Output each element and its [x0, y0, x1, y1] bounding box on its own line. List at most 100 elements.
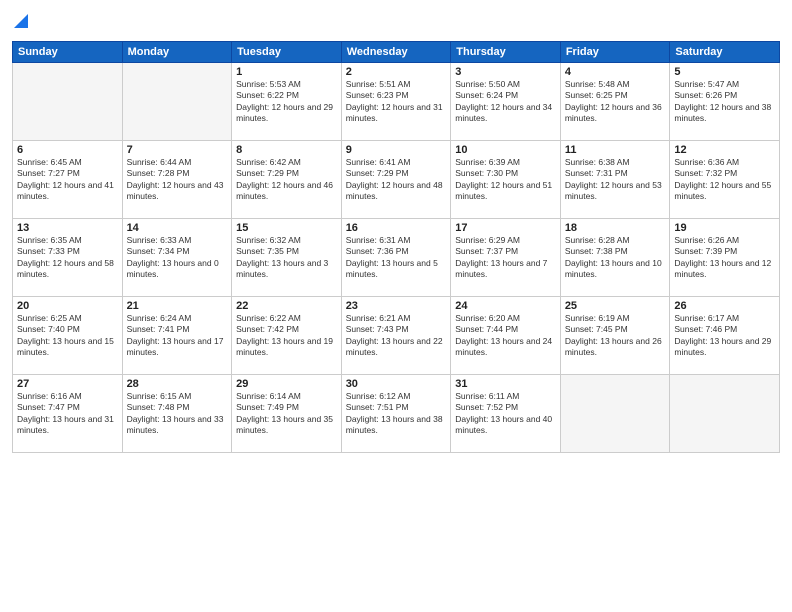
cell-info: Sunrise: 5:50 AMSunset: 6:24 PMDaylight:… — [455, 79, 556, 125]
day-number: 12 — [674, 144, 775, 156]
cell-info: Sunrise: 6:12 AMSunset: 7:51 PMDaylight:… — [346, 391, 447, 437]
day-number: 11 — [565, 144, 666, 156]
calendar-cell: 20Sunrise: 6:25 AMSunset: 7:40 PMDayligh… — [13, 296, 123, 374]
calendar-cell: 19Sunrise: 6:26 AMSunset: 7:39 PMDayligh… — [670, 218, 780, 296]
header — [12, 10, 780, 33]
calendar-cell — [13, 62, 123, 140]
col-header-tuesday: Tuesday — [232, 41, 342, 62]
week-row-2: 6Sunrise: 6:45 AMSunset: 7:27 PMDaylight… — [13, 140, 780, 218]
calendar-cell: 11Sunrise: 6:38 AMSunset: 7:31 PMDayligh… — [560, 140, 670, 218]
calendar-cell: 17Sunrise: 6:29 AMSunset: 7:37 PMDayligh… — [451, 218, 561, 296]
day-number: 1 — [236, 66, 337, 78]
calendar-cell: 23Sunrise: 6:21 AMSunset: 7:43 PMDayligh… — [341, 296, 451, 374]
calendar-cell: 21Sunrise: 6:24 AMSunset: 7:41 PMDayligh… — [122, 296, 232, 374]
calendar-cell: 24Sunrise: 6:20 AMSunset: 7:44 PMDayligh… — [451, 296, 561, 374]
day-number: 6 — [17, 144, 118, 156]
logo — [12, 10, 28, 33]
day-number: 28 — [127, 378, 228, 390]
day-number: 21 — [127, 300, 228, 312]
day-number: 27 — [17, 378, 118, 390]
calendar-cell: 12Sunrise: 6:36 AMSunset: 7:32 PMDayligh… — [670, 140, 780, 218]
calendar-cell: 15Sunrise: 6:32 AMSunset: 7:35 PMDayligh… — [232, 218, 342, 296]
cell-info: Sunrise: 6:32 AMSunset: 7:35 PMDaylight:… — [236, 235, 337, 281]
cell-info: Sunrise: 6:22 AMSunset: 7:42 PMDaylight:… — [236, 313, 337, 359]
day-number: 3 — [455, 66, 556, 78]
calendar-cell: 4Sunrise: 5:48 AMSunset: 6:25 PMDaylight… — [560, 62, 670, 140]
calendar-cell: 13Sunrise: 6:35 AMSunset: 7:33 PMDayligh… — [13, 218, 123, 296]
day-number: 23 — [346, 300, 447, 312]
cell-info: Sunrise: 5:48 AMSunset: 6:25 PMDaylight:… — [565, 79, 666, 125]
calendar-cell: 6Sunrise: 6:45 AMSunset: 7:27 PMDaylight… — [13, 140, 123, 218]
cell-info: Sunrise: 6:24 AMSunset: 7:41 PMDaylight:… — [127, 313, 228, 359]
day-number: 9 — [346, 144, 447, 156]
calendar-cell: 28Sunrise: 6:15 AMSunset: 7:48 PMDayligh… — [122, 374, 232, 452]
calendar-cell: 18Sunrise: 6:28 AMSunset: 7:38 PMDayligh… — [560, 218, 670, 296]
day-number: 10 — [455, 144, 556, 156]
day-number: 17 — [455, 222, 556, 234]
cell-info: Sunrise: 6:14 AMSunset: 7:49 PMDaylight:… — [236, 391, 337, 437]
cell-info: Sunrise: 6:31 AMSunset: 7:36 PMDaylight:… — [346, 235, 447, 281]
day-number: 29 — [236, 378, 337, 390]
day-number: 15 — [236, 222, 337, 234]
calendar-cell: 31Sunrise: 6:11 AMSunset: 7:52 PMDayligh… — [451, 374, 561, 452]
cell-info: Sunrise: 6:17 AMSunset: 7:46 PMDaylight:… — [674, 313, 775, 359]
cell-info: Sunrise: 6:36 AMSunset: 7:32 PMDaylight:… — [674, 157, 775, 203]
week-row-5: 27Sunrise: 6:16 AMSunset: 7:47 PMDayligh… — [13, 374, 780, 452]
calendar-table: SundayMondayTuesdayWednesdayThursdayFrid… — [12, 41, 780, 453]
cell-info: Sunrise: 6:20 AMSunset: 7:44 PMDaylight:… — [455, 313, 556, 359]
page-container: SundayMondayTuesdayWednesdayThursdayFrid… — [0, 0, 792, 461]
calendar-cell: 5Sunrise: 5:47 AMSunset: 6:26 PMDaylight… — [670, 62, 780, 140]
cell-info: Sunrise: 6:45 AMSunset: 7:27 PMDaylight:… — [17, 157, 118, 203]
calendar-cell: 2Sunrise: 5:51 AMSunset: 6:23 PMDaylight… — [341, 62, 451, 140]
calendar-cell — [122, 62, 232, 140]
cell-info: Sunrise: 6:15 AMSunset: 7:48 PMDaylight:… — [127, 391, 228, 437]
day-number: 16 — [346, 222, 447, 234]
col-header-saturday: Saturday — [670, 41, 780, 62]
header-row: SundayMondayTuesdayWednesdayThursdayFrid… — [13, 41, 780, 62]
cell-info: Sunrise: 5:47 AMSunset: 6:26 PMDaylight:… — [674, 79, 775, 125]
col-header-friday: Friday — [560, 41, 670, 62]
day-number: 13 — [17, 222, 118, 234]
cell-info: Sunrise: 6:38 AMSunset: 7:31 PMDaylight:… — [565, 157, 666, 203]
cell-info: Sunrise: 6:21 AMSunset: 7:43 PMDaylight:… — [346, 313, 447, 359]
day-number: 8 — [236, 144, 337, 156]
cell-info: Sunrise: 5:51 AMSunset: 6:23 PMDaylight:… — [346, 79, 447, 125]
calendar-cell: 30Sunrise: 6:12 AMSunset: 7:51 PMDayligh… — [341, 374, 451, 452]
day-number: 31 — [455, 378, 556, 390]
calendar-cell: 3Sunrise: 5:50 AMSunset: 6:24 PMDaylight… — [451, 62, 561, 140]
day-number: 25 — [565, 300, 666, 312]
calendar-cell: 26Sunrise: 6:17 AMSunset: 7:46 PMDayligh… — [670, 296, 780, 374]
cell-info: Sunrise: 6:19 AMSunset: 7:45 PMDaylight:… — [565, 313, 666, 359]
logo-icon — [14, 10, 28, 33]
calendar-cell: 14Sunrise: 6:33 AMSunset: 7:34 PMDayligh… — [122, 218, 232, 296]
cell-info: Sunrise: 6:41 AMSunset: 7:29 PMDaylight:… — [346, 157, 447, 203]
day-number: 4 — [565, 66, 666, 78]
day-number: 24 — [455, 300, 556, 312]
calendar-cell: 29Sunrise: 6:14 AMSunset: 7:49 PMDayligh… — [232, 374, 342, 452]
cell-info: Sunrise: 5:53 AMSunset: 6:22 PMDaylight:… — [236, 79, 337, 125]
day-number: 18 — [565, 222, 666, 234]
week-row-3: 13Sunrise: 6:35 AMSunset: 7:33 PMDayligh… — [13, 218, 780, 296]
col-header-wednesday: Wednesday — [341, 41, 451, 62]
day-number: 2 — [346, 66, 447, 78]
cell-info: Sunrise: 6:26 AMSunset: 7:39 PMDaylight:… — [674, 235, 775, 281]
day-number: 5 — [674, 66, 775, 78]
cell-info: Sunrise: 6:29 AMSunset: 7:37 PMDaylight:… — [455, 235, 556, 281]
calendar-cell: 22Sunrise: 6:22 AMSunset: 7:42 PMDayligh… — [232, 296, 342, 374]
cell-info: Sunrise: 6:11 AMSunset: 7:52 PMDaylight:… — [455, 391, 556, 437]
cell-info: Sunrise: 6:44 AMSunset: 7:28 PMDaylight:… — [127, 157, 228, 203]
day-number: 14 — [127, 222, 228, 234]
calendar-cell: 8Sunrise: 6:42 AMSunset: 7:29 PMDaylight… — [232, 140, 342, 218]
calendar-cell: 9Sunrise: 6:41 AMSunset: 7:29 PMDaylight… — [341, 140, 451, 218]
cell-info: Sunrise: 6:33 AMSunset: 7:34 PMDaylight:… — [127, 235, 228, 281]
cell-info: Sunrise: 6:35 AMSunset: 7:33 PMDaylight:… — [17, 235, 118, 281]
cell-info: Sunrise: 6:39 AMSunset: 7:30 PMDaylight:… — [455, 157, 556, 203]
week-row-1: 1Sunrise: 5:53 AMSunset: 6:22 PMDaylight… — [13, 62, 780, 140]
calendar-cell — [560, 374, 670, 452]
day-number: 7 — [127, 144, 228, 156]
day-number: 19 — [674, 222, 775, 234]
day-number: 22 — [236, 300, 337, 312]
calendar-cell: 25Sunrise: 6:19 AMSunset: 7:45 PMDayligh… — [560, 296, 670, 374]
calendar-cell: 27Sunrise: 6:16 AMSunset: 7:47 PMDayligh… — [13, 374, 123, 452]
col-header-monday: Monday — [122, 41, 232, 62]
